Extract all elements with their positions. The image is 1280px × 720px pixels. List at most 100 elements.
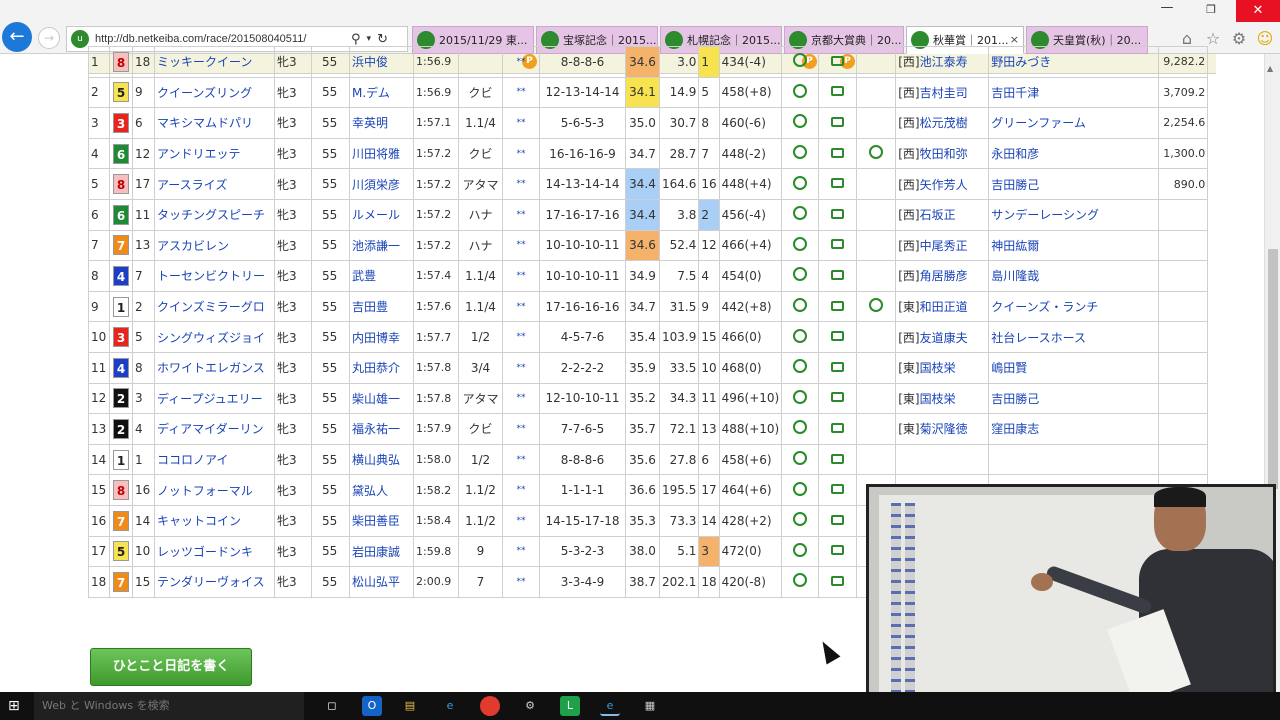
speech-icon-cell[interactable]: [818, 46, 858, 78]
speech-icon[interactable]: [831, 484, 845, 495]
owner-link[interactable]: 社台レースホース: [988, 321, 1160, 353]
jockey-link[interactable]: ルメール: [349, 198, 414, 231]
horse-name-link[interactable]: ディアマイダーリン: [154, 413, 275, 445]
owner-link[interactable]: 吉田勝己: [988, 382, 1160, 415]
jockey-link[interactable]: M.デム: [349, 76, 414, 109]
speech-icon[interactable]: [831, 422, 845, 433]
clock-icon[interactable]: [793, 175, 808, 190]
trainer-link[interactable]: 松元茂樹: [920, 116, 968, 130]
app-icon[interactable]: ⚙: [520, 696, 540, 716]
speech-icon-cell[interactable]: [818, 504, 858, 537]
refresh-icon[interactable]: ↻: [377, 32, 388, 47]
clock-icon[interactable]: [793, 573, 808, 588]
horse-name-link[interactable]: クイーンズリング: [154, 76, 275, 109]
jockey-link[interactable]: 横山典弘: [349, 443, 414, 476]
chrome-icon[interactable]: [480, 696, 500, 716]
clock-icon[interactable]: [793, 512, 808, 527]
trainer-link[interactable]: 吉村圭司: [920, 86, 968, 100]
clock-icon-cell[interactable]: [781, 260, 820, 292]
windows-start-icon[interactable]: ⊞: [8, 698, 24, 714]
clock-icon[interactable]: [793, 451, 808, 466]
owner-link[interactable]: グリーンファーム: [988, 107, 1160, 139]
speech-icon-cell[interactable]: [818, 76, 858, 109]
horse-name-link[interactable]: アースライズ: [154, 168, 275, 200]
clock-icon[interactable]: [793, 328, 808, 343]
clock-icon-cell[interactable]: [781, 413, 820, 445]
folder-icon[interactable]: ▤: [400, 696, 420, 716]
clock-icon-cell[interactable]: [781, 535, 820, 568]
jockey-link[interactable]: 内田博幸: [349, 321, 414, 353]
jockey-link[interactable]: 柴山雄一: [349, 382, 414, 415]
speech-icon[interactable]: [831, 178, 845, 189]
gear-icon[interactable]: ⚙: [1228, 28, 1250, 50]
alert-icon[interactable]: [869, 298, 884, 313]
clock-icon-cell[interactable]: [781, 382, 820, 415]
clock-icon[interactable]: [793, 206, 808, 221]
speech-icon[interactable]: [831, 208, 845, 219]
clock-icon[interactable]: [793, 236, 808, 251]
horse-name-link[interactable]: アンドリエッテ: [154, 137, 275, 170]
clock-icon-cell[interactable]: [781, 474, 820, 506]
horse-name-link[interactable]: ホワイトエレガンス: [154, 351, 275, 384]
horse-name-link[interactable]: トーセンビクトリー: [154, 260, 275, 292]
clock-icon[interactable]: [793, 83, 808, 98]
speech-icon-cell[interactable]: [818, 535, 858, 568]
trainer-link[interactable]: 角居勝彦: [920, 269, 968, 283]
clock-icon-cell[interactable]: [781, 107, 820, 139]
clock-icon[interactable]: [793, 359, 808, 374]
media-icon[interactable]: ▦: [640, 696, 660, 716]
speech-icon[interactable]: [831, 361, 845, 372]
outlook-icon[interactable]: O: [362, 696, 382, 716]
ie-icon[interactable]: e: [600, 696, 620, 716]
dropdown-arrow-icon[interactable]: ▾: [367, 34, 372, 44]
speech-icon[interactable]: [831, 514, 845, 525]
horse-name-link[interactable]: ノットフォーマル: [154, 474, 275, 506]
clock-icon[interactable]: [793, 53, 808, 68]
speech-icon-cell[interactable]: [818, 474, 858, 506]
clock-icon-cell[interactable]: [781, 198, 820, 231]
clock-icon-cell[interactable]: [781, 566, 820, 598]
speech-icon[interactable]: [831, 392, 845, 403]
minimize-icon[interactable]: —: [1152, 0, 1182, 20]
speech-icon-cell[interactable]: [818, 351, 858, 384]
trainer-link[interactable]: 国枝栄: [920, 392, 956, 406]
horse-name-link[interactable]: シングウィズジョイ: [154, 321, 275, 353]
speech-icon[interactable]: [831, 453, 845, 464]
clock-icon[interactable]: [793, 420, 808, 435]
jockey-link[interactable]: 池添謙一: [349, 229, 414, 262]
speech-icon-cell[interactable]: [818, 137, 858, 170]
clock-icon-cell[interactable]: [781, 290, 820, 323]
speech-icon-cell[interactable]: [818, 413, 858, 445]
owner-link[interactable]: 島川隆哉: [988, 260, 1160, 292]
speech-icon-cell[interactable]: [818, 321, 858, 353]
write-diary-button[interactable]: ひとこと日記を書く: [90, 648, 252, 686]
speech-icon[interactable]: [831, 269, 845, 280]
clock-icon[interactable]: [793, 389, 808, 404]
owner-link[interactable]: 神田紘爾: [988, 229, 1160, 262]
scroll-up-icon[interactable]: ▲: [1267, 64, 1273, 73]
taskbar-search[interactable]: Web と Windows を検索: [34, 692, 304, 720]
horse-name-link[interactable]: レッツゴードンキ: [154, 535, 275, 568]
jockey-link[interactable]: 幸英明: [349, 107, 414, 139]
alert-icon[interactable]: [869, 145, 884, 160]
speech-icon-cell[interactable]: [818, 566, 858, 598]
speech-icon[interactable]: [831, 300, 845, 311]
trainer-link[interactable]: 矢作芳人: [920, 178, 968, 192]
jockey-link[interactable]: 岩田康誠: [349, 535, 414, 568]
clock-icon-cell[interactable]: [781, 46, 820, 78]
owner-link[interactable]: 窪田康志: [988, 413, 1160, 445]
clock-icon-cell[interactable]: [781, 229, 820, 262]
trainer-link[interactable]: 池江泰寿: [920, 55, 968, 69]
clock-icon[interactable]: [793, 114, 808, 129]
speech-icon[interactable]: [831, 55, 845, 66]
speech-icon[interactable]: [831, 116, 845, 127]
close-window-icon[interactable]: ✕: [1236, 0, 1280, 22]
horse-name-link[interactable]: クインズミラーグロ: [154, 290, 275, 323]
jockey-link[interactable]: 武豊: [349, 260, 414, 292]
owner-link[interactable]: 嶋田賢: [988, 351, 1160, 384]
speech-icon-cell[interactable]: [818, 229, 858, 262]
line-icon[interactable]: L: [560, 696, 580, 716]
speech-icon[interactable]: [831, 147, 845, 158]
speech-icon[interactable]: [831, 545, 845, 556]
smiley-icon[interactable]: ☺: [1254, 28, 1276, 50]
